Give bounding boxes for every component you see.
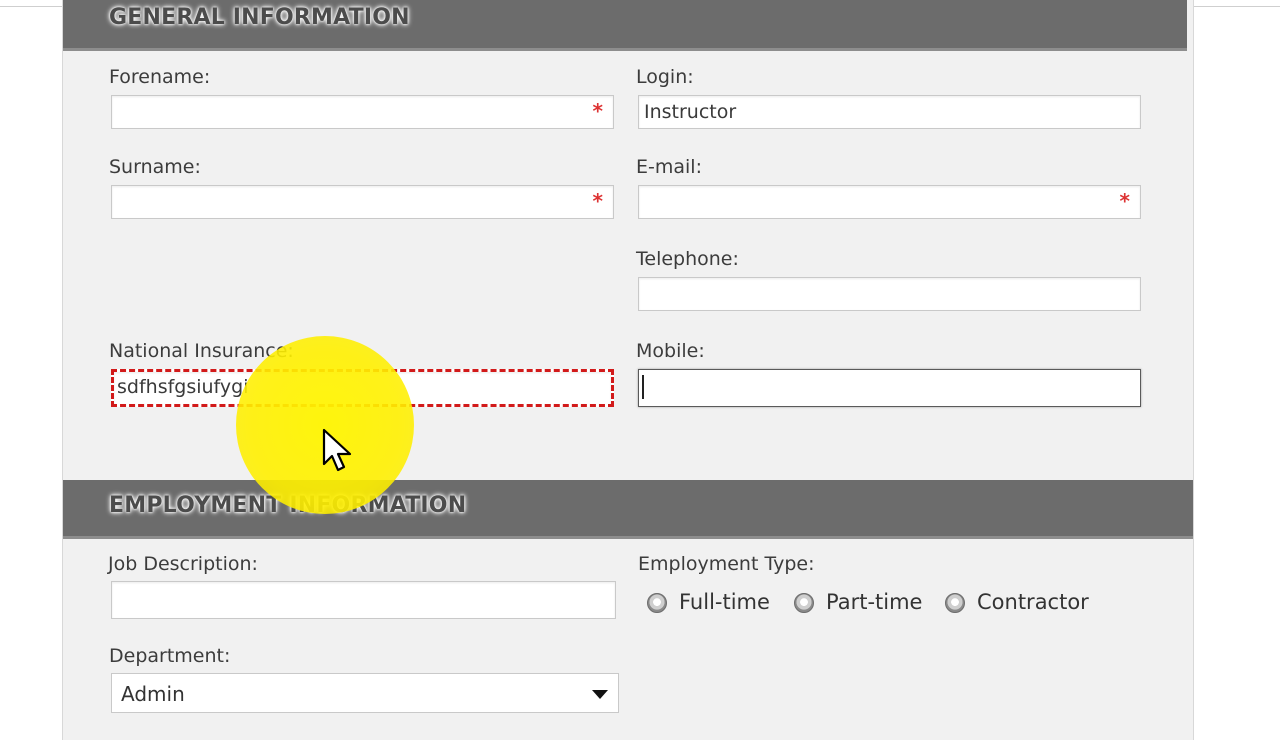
login-label: Login: [636,66,694,88]
required-asterisk: * [592,189,603,213]
national-insurance-value: sdfhsfgsiufygi [117,376,249,398]
radio-label: Contractor [977,590,1089,614]
section-title: GENERAL INFORMATION [109,5,410,30]
radio-button-icon[interactable] [647,593,667,613]
radio-button-icon[interactable] [794,593,814,613]
employment-information-panel: EMPLOYMENT INFORMATION Job Description: … [62,480,1194,740]
login-input[interactable]: Instructor [638,95,1141,129]
department-selected-value: Admin [121,682,185,706]
general-information-header: GENERAL INFORMATION [63,0,1187,51]
radio-button-icon[interactable] [945,593,965,613]
section-title: EMPLOYMENT INFORMATION [109,493,467,518]
department-label: Department: [109,645,231,667]
mobile-input[interactable] [638,369,1141,407]
email-label: E-mail: [636,156,702,178]
radio-label: Part-time [826,590,923,614]
forename-label: Forename: [109,66,211,88]
employment-information-header: EMPLOYMENT INFORMATION [63,480,1193,539]
login-value: Instructor [644,101,737,123]
surname-input[interactable]: * [111,185,614,219]
text-caret [642,375,644,399]
national-insurance-label: National Insurance: [109,340,294,362]
forename-input[interactable]: * [111,95,614,129]
required-asterisk: * [592,99,603,123]
job-description-label: Job Description: [108,553,258,575]
chevron-down-icon[interactable] [592,690,608,699]
radio-label: Full-time [679,590,770,614]
employment-type-label: Employment Type: [638,553,815,575]
mobile-label: Mobile: [636,340,705,362]
department-select[interactable]: Admin [111,673,619,713]
telephone-input[interactable] [638,277,1141,311]
required-asterisk: * [1119,189,1130,213]
surname-label: Surname: [109,156,201,178]
general-information-panel: GENERAL INFORMATION Forename: * Surname:… [62,0,1194,480]
email-input[interactable]: * [638,185,1141,219]
telephone-label: Telephone: [636,248,739,270]
job-description-input[interactable] [111,581,616,619]
national-insurance-input[interactable]: sdfhsfgsiufygi [111,369,614,407]
